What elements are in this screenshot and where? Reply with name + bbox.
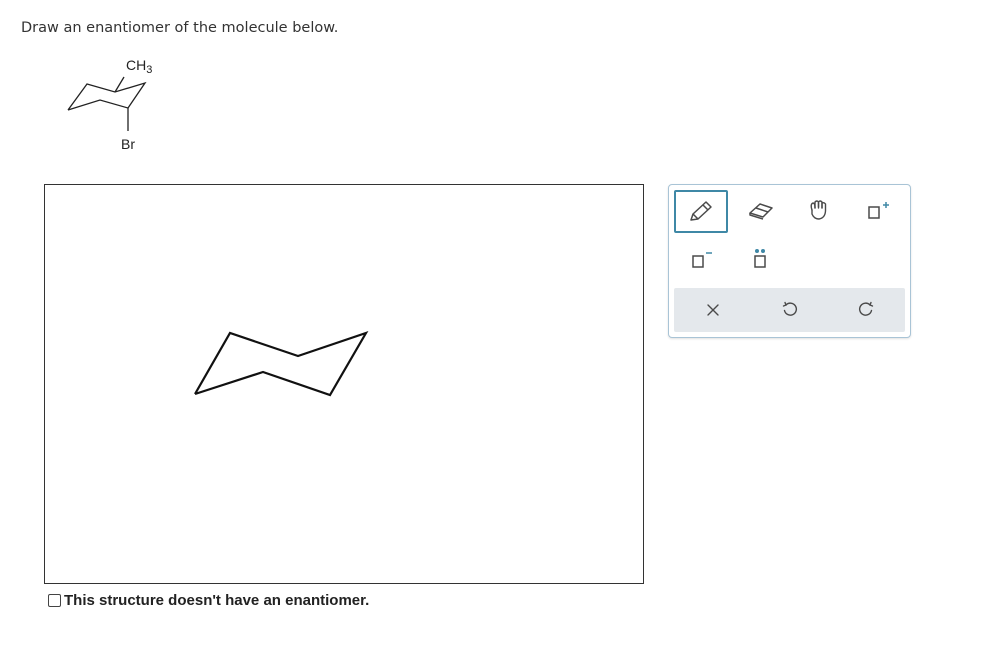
given-molecule: CH3 Br <box>60 52 180 162</box>
undo-icon <box>782 301 798 316</box>
lone-pair-icon <box>754 249 766 268</box>
bromo-label: Br <box>121 136 135 152</box>
negative-charge-tool-button[interactable] <box>683 243 719 275</box>
pencil-tool-button[interactable] <box>674 190 728 233</box>
drawn-chair-structure <box>194 331 369 397</box>
action-bar <box>674 288 905 332</box>
drawing-toolbar <box>668 184 911 338</box>
undo-button[interactable] <box>760 288 820 332</box>
pencil-icon <box>690 200 712 221</box>
hand-tool-button[interactable] <box>799 192 839 228</box>
positive-charge-tool-button[interactable] <box>859 194 895 226</box>
no-enantiomer-option[interactable]: This structure doesn't have an enantiome… <box>48 592 369 609</box>
no-enantiomer-checkbox[interactable] <box>48 594 61 607</box>
cyclohexane-chair-structure <box>67 76 147 131</box>
redo-button[interactable] <box>836 288 896 332</box>
lone-pair-tool-button[interactable] <box>742 243 778 275</box>
positive-charge-icon <box>868 202 889 219</box>
clear-icon <box>707 304 719 316</box>
question-text: Draw an enantiomer of the molecule below… <box>21 20 339 36</box>
eraser-tool-button[interactable] <box>741 192 781 228</box>
redo-icon <box>858 301 874 316</box>
drawing-canvas[interactable] <box>44 184 644 584</box>
eraser-icon <box>749 203 773 220</box>
no-enantiomer-label: This structure doesn't have an enantiome… <box>64 592 370 609</box>
clear-button[interactable] <box>683 288 743 332</box>
methyl-label: CH3 <box>126 57 153 76</box>
negative-charge-icon <box>692 252 712 268</box>
hand-icon <box>810 200 827 220</box>
